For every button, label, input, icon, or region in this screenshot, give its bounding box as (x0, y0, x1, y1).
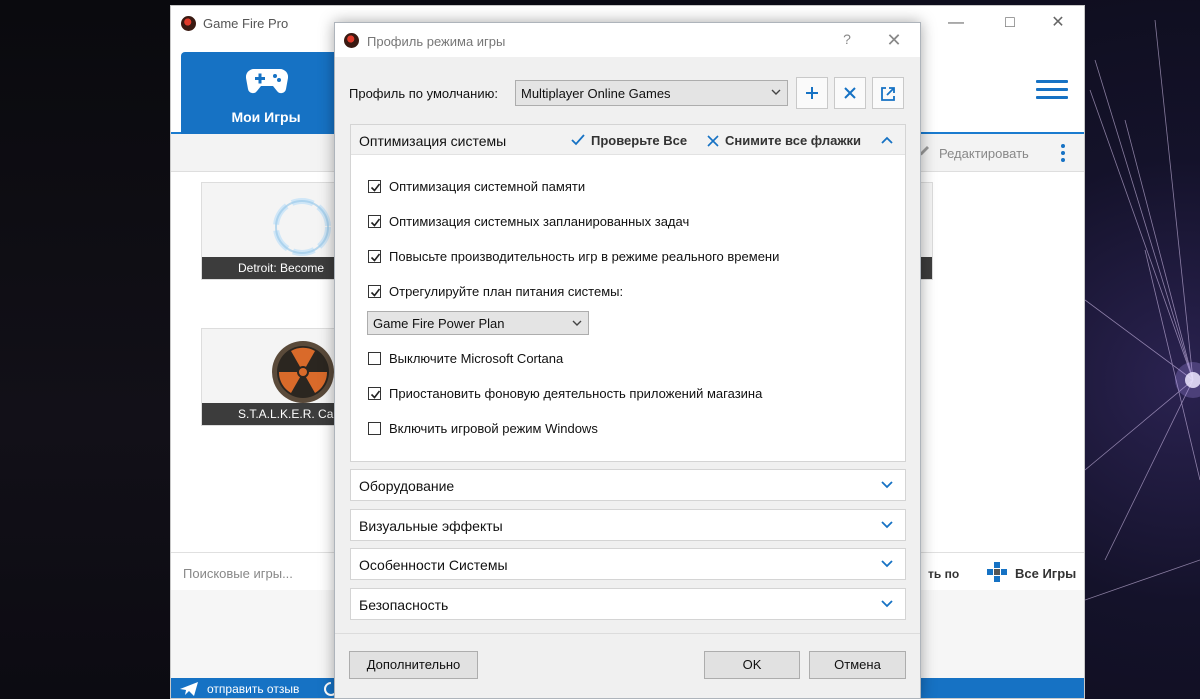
all-games-button[interactable]: Все Игры (1015, 566, 1076, 581)
system-optimization-title: Оптимизация системы (359, 133, 507, 149)
radiation-icon (272, 341, 334, 403)
close-icon[interactable]: ✕ (1048, 14, 1068, 32)
sort-label[interactable]: ть по (928, 567, 959, 581)
power-plan-select[interactable]: Game Fire Power Plan (367, 311, 589, 335)
cancel-button[interactable]: Отмена (809, 651, 906, 679)
section-hardware[interactable]: Оборудование (350, 469, 906, 501)
external-link-icon (881, 87, 895, 101)
app-title: Game Fire Pro (203, 16, 289, 31)
checkmark-icon (370, 218, 381, 227)
section-system-features[interactable]: Особенности Системы (350, 548, 906, 580)
checkmark-icon (370, 288, 381, 297)
section-visual-effects[interactable]: Визуальные эффекты (350, 509, 906, 541)
chevron-up-icon[interactable] (881, 136, 893, 144)
profile-select-value: Multiplayer Online Games (521, 86, 671, 101)
game-tile[interactable]: Detroit: Become (201, 182, 341, 280)
system-optimization-panel: Оптимизация системы Проверьте Все Снимит… (350, 124, 906, 462)
gamepad-icon (246, 68, 288, 94)
checkmark-icon (370, 253, 381, 262)
dialog-titlebar: Профиль режима игры ? ✕ (335, 23, 920, 57)
checkbox[interactable] (368, 215, 381, 228)
more-options-icon[interactable] (1061, 144, 1065, 165)
edit-button[interactable]: Редактировать (939, 146, 1029, 161)
app-logo-icon (181, 16, 196, 31)
checkmark-icon (571, 134, 585, 146)
checkbox[interactable] (368, 352, 381, 365)
dialog-title: Профиль режима игры (367, 34, 506, 49)
checkbox[interactable] (368, 387, 381, 400)
send-icon (180, 682, 198, 696)
add-profile-button[interactable] (796, 77, 828, 109)
section-label: Визуальные эффекты (359, 518, 503, 534)
grid-icon (987, 562, 1007, 582)
section-label: Безопасность (359, 597, 449, 613)
option-label: Оптимизация системных запланированных за… (389, 214, 690, 229)
game-profile-dialog: Профиль режима игры ? ✕ Профиль по умолч… (334, 22, 921, 699)
export-profile-button[interactable] (872, 77, 904, 109)
minimize-icon[interactable]: — (946, 14, 966, 32)
help-icon[interactable]: ? (838, 31, 856, 47)
feedback-link[interactable]: отправить отзыв (207, 682, 299, 696)
chevron-down-icon (881, 481, 893, 489)
uncheck-all-button[interactable]: Снимите все флажки (725, 133, 861, 148)
profile-label: Профиль по умолчанию: (349, 86, 498, 101)
chevron-down-icon (881, 560, 893, 568)
check-all-button[interactable]: Проверьте Все (591, 133, 687, 148)
checkmark-icon (370, 390, 381, 399)
checkbox[interactable] (368, 422, 381, 435)
close-icon (844, 87, 856, 99)
option-label: Повысьте производительность игр в режиме… (389, 249, 780, 264)
option-label: Приостановить фоновую деятельность прило… (389, 386, 763, 401)
game-tile[interactable]: S.T.A.L.K.E.R. Call o (201, 328, 341, 426)
maximize-icon[interactable]: □ (1000, 14, 1020, 32)
game-label: Detroit: Become (202, 257, 340, 279)
ok-button[interactable]: OK (704, 651, 800, 679)
section-label: Особенности Системы (359, 557, 508, 573)
checkbox[interactable] (368, 180, 381, 193)
tab-my-games-label: Мои Игры (231, 109, 301, 125)
section-label: Оборудование (359, 478, 455, 494)
option-label: Отрегулируйте план питания системы: (389, 284, 624, 299)
option-label: Включить игровой режим Windows (389, 421, 598, 436)
plus-icon (806, 87, 818, 99)
checkmark-icon (370, 183, 381, 192)
power-plan-value: Game Fire Power Plan (373, 316, 505, 331)
option-label: Оптимизация системной памяти (389, 179, 586, 194)
game-cover-icon (273, 198, 331, 256)
advanced-button[interactable]: Дополнительно (349, 651, 478, 679)
cross-icon (707, 135, 719, 147)
checkbox[interactable] (368, 250, 381, 263)
checkbox[interactable] (368, 285, 381, 298)
section-security[interactable]: Безопасность (350, 588, 906, 620)
chevron-down-icon (572, 320, 582, 326)
delete-profile-button[interactable] (834, 77, 866, 109)
system-optimization-header[interactable]: Оптимизация системы Проверьте Все Снимит… (351, 125, 905, 155)
desktop-wallpaper-lines (1085, 19, 1200, 601)
profile-select[interactable]: Multiplayer Online Games (515, 80, 788, 106)
tab-my-games[interactable]: Мои Игры (181, 52, 351, 134)
app-logo-icon (344, 33, 359, 48)
menu-icon[interactable] (1036, 80, 1068, 100)
chevron-down-icon (881, 521, 893, 529)
desktop-background-left (0, 0, 170, 699)
game-label: S.T.A.L.K.E.R. Call o (202, 403, 340, 425)
dialog-footer-divider (335, 633, 920, 634)
close-icon[interactable]: ✕ (884, 30, 904, 51)
search-input[interactable]: Поисковые игры... (183, 566, 293, 581)
chevron-down-icon (881, 600, 893, 608)
chevron-down-icon (771, 89, 781, 95)
option-label: Выключите Microsoft Cortana (389, 351, 564, 366)
